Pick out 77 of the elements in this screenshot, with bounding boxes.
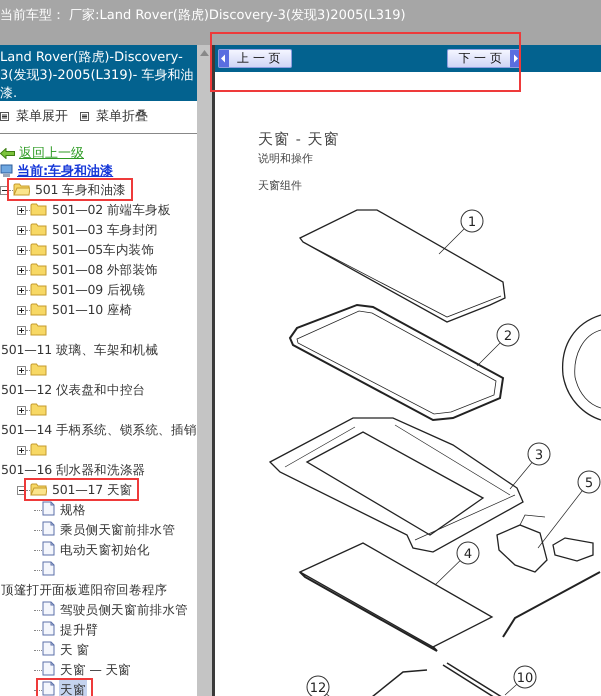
tree-item[interactable]: 501—08 外部装饰 bbox=[51, 260, 160, 280]
menu-toggle-link[interactable]: 菜单展开 bbox=[0, 107, 68, 125]
tree-item[interactable]: 501—12 仪表盘和中控台 bbox=[0, 380, 146, 400]
tree-item[interactable]: 501—17 天窗 bbox=[51, 480, 134, 500]
page-icon bbox=[42, 601, 55, 616]
tree-item[interactable]: 乘员侧天窗前排水管 bbox=[59, 520, 176, 540]
folder-icon bbox=[30, 242, 47, 256]
callout-label: 2 bbox=[496, 324, 520, 346]
tree-item[interactable]: 天窗 bbox=[59, 680, 87, 696]
collapse-icon[interactable] bbox=[0, 186, 9, 195]
folder-icon bbox=[30, 202, 47, 216]
tree-item[interactable]: 天窗 — 天窗 bbox=[59, 660, 132, 680]
document-subtitle: 说明和操作 bbox=[258, 151, 314, 166]
folder-icon bbox=[30, 362, 47, 376]
page-icon bbox=[42, 621, 55, 636]
callout-label: 3 bbox=[528, 442, 550, 466]
folder-icon bbox=[30, 322, 47, 336]
computer-icon bbox=[0, 164, 13, 178]
next-page-button[interactable]: 下 一 页 bbox=[447, 49, 521, 68]
folder-icon bbox=[30, 442, 47, 456]
page-icon bbox=[42, 561, 55, 576]
tree-item[interactable]: 501—03 车身封闭 bbox=[51, 220, 160, 240]
control-module-drawing bbox=[552, 537, 594, 562]
tree-item[interactable]: 501—05车内装饰 bbox=[51, 240, 156, 260]
collapse-icon[interactable] bbox=[17, 486, 26, 495]
tree-item[interactable]: 501—09 后视镜 bbox=[51, 280, 146, 300]
menu-toggle-link[interactable]: 菜单折叠 bbox=[80, 107, 148, 125]
folder-icon bbox=[30, 262, 47, 276]
expand-icon[interactable] bbox=[17, 446, 26, 455]
expand-icon[interactable] bbox=[17, 366, 26, 375]
list-icon bbox=[80, 112, 89, 120]
folder-icon bbox=[30, 222, 47, 236]
expand-icon[interactable] bbox=[17, 406, 26, 415]
sidebar-heading: Land Rover(路虎)-Discovery-3(发现3)-2005(L319)- 车身和油漆. bbox=[0, 45, 197, 101]
page-icon bbox=[42, 641, 55, 656]
callout-label: 5 bbox=[578, 470, 600, 494]
callout-label: 1 bbox=[460, 210, 484, 232]
expand-icon[interactable] bbox=[17, 246, 26, 255]
tree-item[interactable]: 501—11 玻璃、车架和机械 bbox=[0, 340, 160, 360]
folder-icon bbox=[30, 282, 47, 296]
document-title: 天窗 - 天窗 bbox=[258, 130, 341, 149]
tree-item[interactable]: 规格 bbox=[59, 500, 87, 520]
tree-item[interactable]: 501—10 座椅 bbox=[51, 300, 134, 320]
motor-drawing bbox=[496, 514, 548, 573]
expand-icon[interactable] bbox=[17, 226, 26, 235]
section-heading: 天窗组件 bbox=[258, 178, 303, 193]
open-folder-icon bbox=[13, 182, 30, 196]
tree-item[interactable]: 电动天窗初始化 bbox=[59, 540, 151, 560]
vehicle-model-title: 当前车型： 厂家:Land Rover(路虎)Discovery-3(发现3)2005(L319) bbox=[0, 8, 406, 23]
back-arrow-icon bbox=[0, 148, 15, 158]
expand-icon[interactable] bbox=[17, 206, 26, 215]
back-link[interactable]: 返回上一级 bbox=[19, 144, 84, 162]
tree-item[interactable]: 顶篷打开面板遮阳帘回卷程序 bbox=[0, 580, 168, 600]
previous-page-button[interactable]: 上 一 页 bbox=[218, 49, 292, 68]
page-icon bbox=[42, 661, 55, 676]
folder-icon bbox=[30, 302, 47, 316]
tree-item[interactable]: 501—02 前端车身板 bbox=[51, 200, 172, 220]
callout-label: 12 bbox=[306, 676, 330, 696]
expand-icon[interactable] bbox=[17, 326, 26, 335]
tree-item[interactable]: 501—16 刮水器和洗涤器 bbox=[0, 460, 146, 480]
folder-icon bbox=[30, 402, 47, 416]
expand-icon[interactable] bbox=[17, 306, 26, 315]
tree-item[interactable]: 天 窗 bbox=[59, 640, 90, 660]
page-icon bbox=[42, 501, 55, 516]
expand-icon[interactable] bbox=[17, 286, 26, 295]
page-icon bbox=[42, 521, 55, 536]
callout-label: 4 bbox=[456, 542, 480, 564]
tree-item[interactable]: 501—14 手柄系统、锁系统、插销 bbox=[0, 420, 197, 440]
page-icon bbox=[42, 541, 55, 556]
tree-item[interactable]: 驾驶员侧天窗前排水管 bbox=[59, 600, 190, 620]
callout-label: 10 bbox=[514, 666, 536, 688]
tree-item[interactable]: 提升臂 bbox=[59, 620, 100, 640]
vertical-scrollbar[interactable] bbox=[197, 45, 215, 696]
expand-icon[interactable] bbox=[17, 266, 26, 275]
tree-item[interactable]: 501 车身和油漆 bbox=[34, 180, 128, 200]
current-section-link[interactable]: 当前:车身和油漆 bbox=[17, 162, 114, 180]
open-folder-icon bbox=[30, 482, 47, 496]
